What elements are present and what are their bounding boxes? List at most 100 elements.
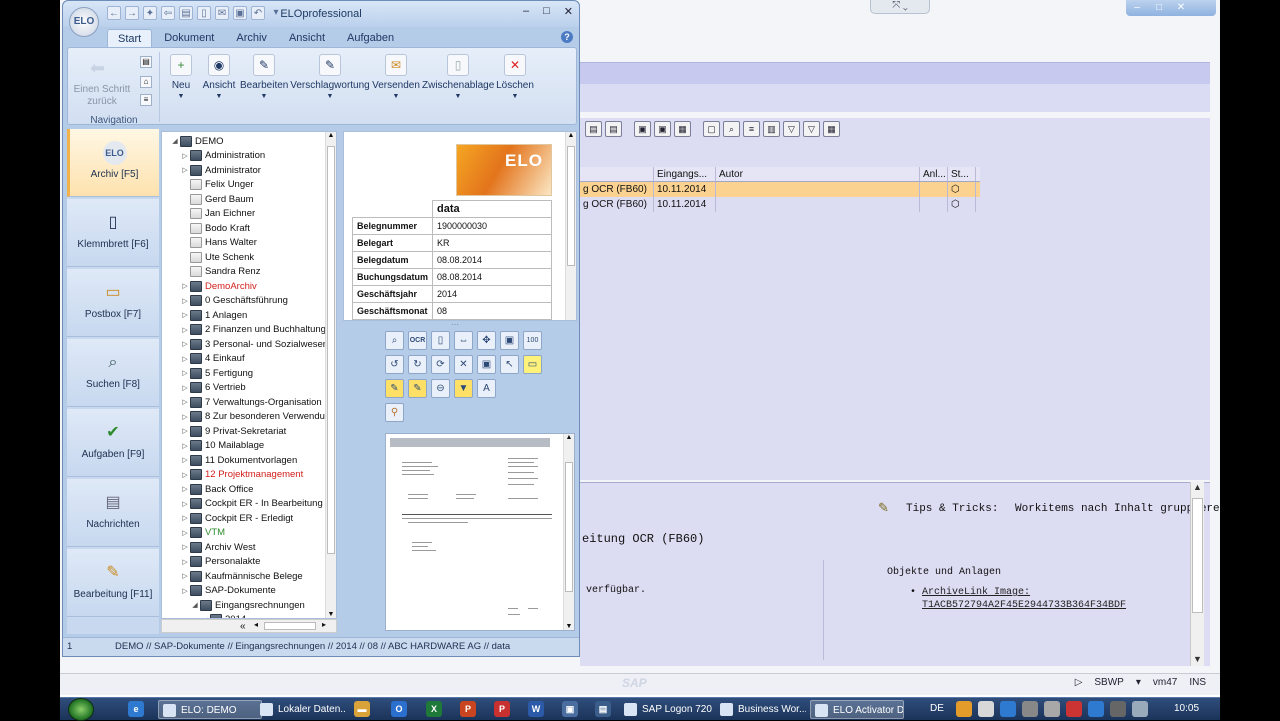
image-icon[interactable]: ▣ [233, 6, 247, 20]
expand-icon[interactable]: ▷ [180, 384, 190, 392]
tree-item[interactable]: Felix Unger [180, 178, 254, 193]
expand-icon[interactable]: ▷ [180, 166, 190, 174]
thumbnail-scrollbar[interactable]: ▲ ▼ [563, 434, 574, 630]
expand-icon[interactable]: ▷ [180, 297, 190, 305]
tools-icon[interactable]: ✦ [143, 6, 157, 20]
expand-icon[interactable]: ▷ [180, 355, 190, 363]
tree-item[interactable]: Hans Walter [180, 236, 257, 251]
clock[interactable]: 10:05 [1174, 703, 1199, 714]
scroll-thumb[interactable] [565, 462, 573, 592]
back-arrow-icon[interactable]: ⬅ [90, 58, 105, 79]
sap-tool-3-icon[interactable]: ▣ [634, 121, 651, 137]
edit-button[interactable]: ✎ Bearbeiten ▼ [240, 54, 288, 100]
sidebar-item-bearbeitung[interactable]: ✎ Bearbeitung [F11] [67, 549, 159, 617]
expand-icon[interactable]: ▷ [180, 500, 190, 508]
back-icon[interactable]: ← [107, 6, 121, 20]
close-icon[interactable]: ✕ [1174, 2, 1188, 14]
column-header[interactable]: Eingangs... [654, 167, 716, 181]
view-button[interactable]: ◉ Ansicht ▼ [200, 54, 238, 100]
expand-icon[interactable]: ▷ [180, 369, 190, 377]
tree-item[interactable]: ▷ Back Office [180, 482, 253, 497]
excel-icon[interactable]: X [426, 701, 442, 717]
scroll-up-icon[interactable]: ▲ [566, 132, 576, 139]
expand-icon[interactable]: ▷ [180, 340, 190, 348]
tree-item[interactable]: ▷ SAP-Dokumente [180, 584, 276, 599]
marker-icon[interactable]: ✎ [408, 379, 427, 398]
home-icon[interactable]: ⌂ [140, 76, 152, 88]
sap-tool-8-icon[interactable]: ≡ [743, 121, 760, 137]
tree-item[interactable]: ▷ 11 Dokumentvorlagen [180, 453, 297, 468]
taskbar-item-elo-demo[interactable]: ELO: DEMO [158, 700, 262, 719]
undo-icon[interactable]: ↶ [251, 6, 265, 20]
list-icon[interactable]: ≡ [140, 94, 152, 106]
tree-item[interactable]: ▷ 6 Vertrieb [180, 381, 246, 396]
scroll-down-icon[interactable]: ▼ [326, 611, 336, 618]
taskbar-item-sap-logon[interactable]: SAP Logon 720 [620, 700, 714, 719]
tab-start[interactable]: Start [107, 29, 153, 48]
tray-icon-3[interactable] [1000, 701, 1016, 717]
back-button[interactable]: Einen Schritt zurück [68, 84, 136, 108]
grid-icon[interactable]: ▤ [179, 6, 193, 20]
tree-item[interactable]: ▷ Kaufmännische Belege [180, 569, 303, 584]
text-annotation-icon[interactable]: A [477, 379, 496, 398]
delete-page-icon[interactable]: ✕ [454, 355, 473, 374]
sap-tool-1-icon[interactable]: ▤ [585, 121, 602, 137]
mail-icon[interactable]: ✉ [215, 6, 229, 20]
expand-icon[interactable]: ▷ [180, 311, 190, 319]
sap-filter-2-icon[interactable]: ▽ [803, 121, 820, 137]
document-thumbnail[interactable]: ▲ ▼ [385, 433, 575, 631]
magnifier-icon[interactable]: ⌕ [385, 331, 404, 350]
network-icon[interactable] [1088, 701, 1104, 717]
expand-icon[interactable]: ◢ [170, 137, 180, 145]
scroll-thumb[interactable] [1192, 498, 1203, 613]
outlook-icon[interactable]: O [391, 701, 407, 717]
fit-width-icon[interactable]: ⇔ [454, 331, 473, 350]
expand-icon[interactable]: ▷ [180, 398, 190, 406]
expand-icon[interactable]: ▷ [180, 514, 190, 522]
expand-icon[interactable]: ▷ [180, 587, 190, 595]
scroll-up-icon[interactable]: ▲ [326, 132, 336, 139]
page-icon[interactable]: ▤ [140, 56, 152, 68]
taskbar-item-elo-activator[interactable]: ELO Activator D... [810, 700, 904, 719]
tree-item[interactable]: Sandra Renz [180, 265, 260, 280]
tree-item[interactable]: ▷ 8 Zur besonderen Verwendun [180, 410, 330, 425]
scroll-up-icon[interactable]: ▲ [1191, 482, 1204, 494]
tree-item[interactable]: ▷ VTM [180, 526, 225, 541]
scroll-left-icon[interactable]: ◂ [254, 620, 258, 629]
new-button[interactable]: + Neu ▼ [164, 54, 198, 100]
sticky-note-icon[interactable]: ▭ [523, 355, 542, 374]
tree-item[interactable]: ▷ DemoArchiv [180, 279, 257, 294]
column-header[interactable]: Anl... [920, 167, 948, 181]
tree-hscrollbar[interactable]: « ◂ ▸ [161, 619, 337, 633]
keyword-button[interactable]: ✎ Verschlagwortung ▼ [290, 54, 370, 100]
send-button[interactable]: ✉ Versenden ▼ [372, 54, 420, 100]
tree-item[interactable]: ▷ 7 Verwaltungs-Organisation [180, 395, 322, 410]
arrow-icon[interactable]: ⇦ [161, 6, 175, 20]
elo-logo[interactable]: ELO [69, 7, 99, 37]
sap-tool-2-icon[interactable]: ▤ [605, 121, 622, 137]
tree-item[interactable]: ▷ Administrator [180, 163, 261, 178]
column-header[interactable]: Autor [716, 167, 920, 181]
sap-tool-6-icon[interactable]: ▢ [703, 121, 720, 137]
table-row[interactable]: g OCR (FB60) 10.11.2014 ⬡ [580, 182, 980, 197]
ocr-button[interactable]: OCR [408, 331, 427, 350]
onenote-icon[interactable]: P [494, 701, 510, 717]
dropdown-icon[interactable]: ▾ [1136, 677, 1141, 688]
tree-item[interactable]: ▷ Personalakte [180, 555, 260, 570]
sap-scrollbar[interactable]: ▲ ▼ [1190, 482, 1204, 666]
sap-tool-4-icon[interactable]: ▣ [654, 121, 671, 137]
table-row[interactable]: g OCR (FB60) 10.11.2014 ⬡ [580, 197, 980, 212]
powerpoint-icon[interactable]: P [460, 701, 476, 717]
image-select-icon[interactable]: ▣ [477, 355, 496, 374]
sidebar-item-archiv[interactable]: ELO Archiv [F5] [67, 129, 159, 197]
sap-tool-5-icon[interactable]: ▦ [674, 121, 691, 137]
minimize-icon[interactable]: – [1130, 2, 1144, 14]
tray-icon-2[interactable] [978, 701, 994, 717]
expand-icon[interactable]: ▷ [180, 326, 190, 334]
scroll-down-icon[interactable]: ▼ [564, 623, 574, 630]
rotate-left-icon[interactable]: ↺ [385, 355, 404, 374]
sap-tool-7-icon[interactable]: ⌕ [723, 121, 740, 137]
expand-icon[interactable]: ▷ [180, 529, 190, 537]
collapse-sidebar-icon[interactable]: « [240, 621, 246, 632]
maximize-icon[interactable]: □ [1152, 2, 1166, 14]
